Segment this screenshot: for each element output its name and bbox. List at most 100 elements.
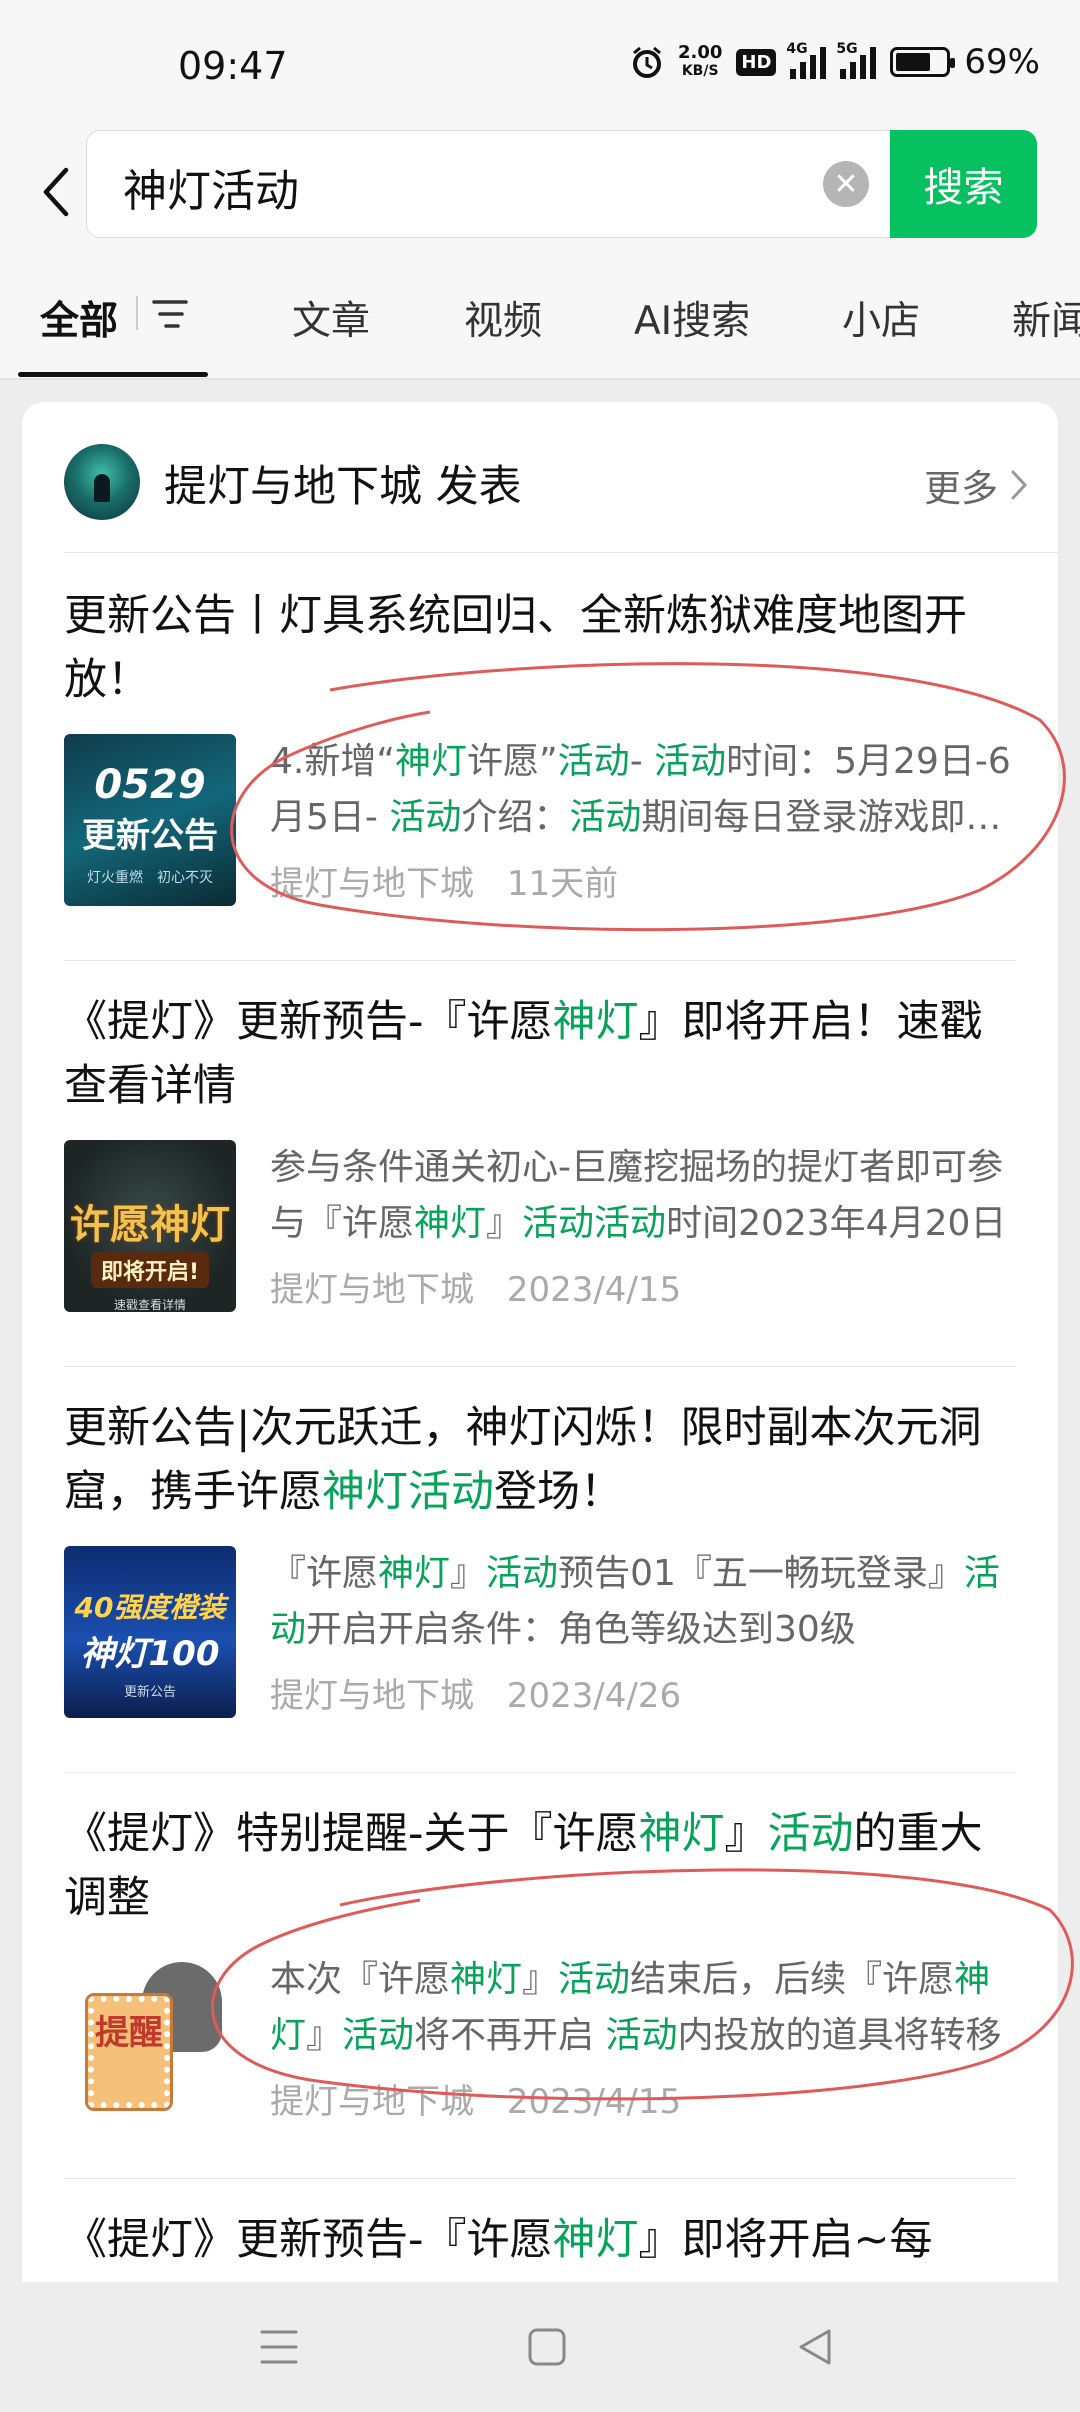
highlight-term: 活动	[654, 741, 727, 782]
text-run: 『许愿	[270, 1553, 379, 1594]
article-source: 提灯与地下城	[270, 1676, 474, 1716]
text-run: 』	[522, 1959, 559, 2000]
highlight-term: 活动	[767, 1809, 854, 1859]
highlight-term: 活动	[342, 2015, 415, 2056]
article-divider	[64, 2178, 1016, 2179]
account-header[interactable]: 提灯与地下城 发表 更多	[22, 402, 1058, 552]
header-divider	[64, 552, 1058, 553]
thumb-text: 许愿神灯	[70, 1202, 230, 1248]
more-label: 更多	[924, 467, 998, 510]
status-bar: 09:47 2.00 KB/S HD 4G 5G 69%	[0, 0, 1080, 130]
network-speed-value: 2.00	[677, 42, 723, 63]
home-button[interactable]	[522, 2322, 572, 2372]
menu-icon	[260, 2330, 298, 2364]
active-tab-indicator	[18, 372, 208, 377]
text-run: 开启开启条件：角色等级达到30级	[306, 1609, 856, 1650]
search-query-text[interactable]: 神灯活动	[123, 155, 299, 219]
tab-ai-search[interactable]: AI搜索	[634, 290, 750, 346]
text-run: 登场！	[494, 1467, 623, 1517]
article-snippet: 参与条件通关初心-巨魔挖掘场的提灯者即可参与『许愿神灯』活动活动时间2023年4…	[270, 1140, 1016, 1252]
text-run: 』	[486, 1203, 523, 1244]
tab-all[interactable]: 全部	[40, 290, 118, 346]
article-source: 提灯与地下城	[270, 864, 474, 904]
highlight-term: 神灯	[552, 997, 639, 1047]
article-title[interactable]: 《提灯》特别提醒-关于『许愿神灯』活动的重大调整	[64, 1802, 1016, 1930]
triangle-back-icon	[799, 2329, 831, 2365]
article-meta: 提灯与地下城 2023/4/15	[270, 1262, 681, 1311]
text-run: 预告01『五一畅玩登录』	[558, 1553, 964, 1594]
tab-articles[interactable]: 文章	[292, 290, 370, 346]
article-divider	[64, 1366, 1016, 1367]
signal-4g-label: 4G	[786, 41, 808, 57]
article-date: 11天前	[506, 864, 619, 904]
text-run: 内投放的道具将转移	[677, 2015, 1002, 2056]
highlight-term: 活动	[569, 797, 642, 838]
article-thumbnail[interactable]: 40强度橙装 神灯100 更新公告	[64, 1546, 236, 1718]
highlight-term: 神灯	[450, 1959, 523, 2000]
text-run: 《提灯》更新预告-『许愿	[64, 997, 553, 1047]
article-thumbnail[interactable]: 许愿神灯 即将开启! 速戳查看详情	[64, 1140, 236, 1312]
thumb-text: 40强度橙装	[74, 1591, 226, 1624]
highlight-term: 活动	[558, 1959, 631, 2000]
article-thumbnail[interactable]: 0529 更新公告 灯火重燃 初心不灭	[64, 734, 236, 906]
highlight-term: 活动	[605, 2015, 678, 2056]
article-title[interactable]: 更新公告|次元跃迁，神灯闪烁！限时副本次元洞窟，携手许愿神灯活动登场！	[64, 1396, 1016, 1524]
filter-icon[interactable]	[150, 298, 190, 330]
highlight-term: 神灯	[395, 741, 468, 782]
text-run: 本次『许愿	[270, 1959, 451, 2000]
thumb-text: 即将开启!	[90, 1252, 210, 1288]
article-meta: 提灯与地下城 2023/4/26	[270, 1668, 681, 1717]
chevron-right-icon	[1011, 470, 1028, 500]
highlight-term: 神灯	[638, 1809, 725, 1859]
article-item[interactable]: 更新公告丨灯具系统回归、全新炼狱难度地图开放！ 0529 更新公告 灯火重燃 初…	[64, 584, 1016, 964]
tab-videos[interactable]: 视频	[464, 290, 542, 346]
battery-icon	[890, 47, 956, 77]
tabs-divider	[0, 378, 1080, 380]
network-speed-unit: KB/S	[681, 63, 719, 79]
article-source: 提灯与地下城	[270, 2082, 474, 2122]
text-run: 许愿”	[467, 741, 558, 782]
thumb-text: 0529	[94, 762, 206, 808]
hd-voice-badge: HD	[736, 48, 777, 76]
article-title[interactable]: 《提灯》更新预告-『许愿神灯』即将开启！速戳查看详情	[64, 990, 1016, 1118]
article-title[interactable]: 更新公告丨灯具系统回归、全新炼狱难度地图开放！	[64, 584, 1016, 712]
thumb-text: 神灯100	[80, 1634, 220, 1674]
account-name[interactable]: 提灯与地下城 发表	[164, 452, 522, 514]
back-button[interactable]	[30, 152, 80, 232]
article-thumbnail[interactable]: 提醒	[64, 1952, 236, 2124]
article-item[interactable]: 《提灯》特别提醒-关于『许愿神灯』活动的重大调整 提醒 本次『许愿神灯』活动结束…	[64, 1802, 1016, 2182]
search-button[interactable]: 搜索	[890, 130, 1037, 238]
text-run: 《提灯》特别提醒-关于『许愿	[64, 1809, 639, 1859]
back-nav-button[interactable]	[790, 2322, 840, 2372]
clear-search-button[interactable]: ✕	[823, 161, 869, 207]
thumb-text: 更新公告	[123, 1685, 176, 1700]
text-run: 』	[306, 2015, 343, 2056]
tab-news[interactable]: 新闻	[1012, 290, 1080, 346]
alarm-icon	[632, 46, 661, 78]
article-item[interactable]: 《提灯》更新预告-『许愿神灯』即将开启~每	[64, 2208, 1016, 2282]
account-avatar[interactable]	[64, 444, 140, 520]
reminder-stamp: 提醒	[88, 1996, 170, 2108]
search-input[interactable]: 神灯活动 ✕	[86, 130, 900, 238]
text-run: 』即将开启~每	[638, 2215, 933, 2265]
text-run: 介绍：	[461, 797, 570, 838]
tab-shop[interactable]: 小店	[842, 290, 920, 346]
article-item[interactable]: 更新公告|次元跃迁，神灯闪烁！限时副本次元洞窟，携手许愿神灯活动登场！ 40强度…	[64, 1396, 1016, 1776]
signal-4g-icon: 4G	[786, 41, 827, 79]
article-item[interactable]: 《提灯》更新预告-『许愿神灯』即将开启！速戳查看详情 许愿神灯 即将开启! 速戳…	[64, 990, 1016, 1370]
menu-button[interactable]	[254, 2322, 304, 2372]
highlight-term: 活动	[486, 1553, 559, 1594]
text-run: -	[629, 741, 655, 782]
text-run: 4.新增“	[270, 741, 395, 782]
search-tabs: 全部 文章 视频 AI搜索 小店 新闻	[0, 260, 1080, 380]
highlight-term: 活动	[389, 797, 462, 838]
square-icon	[528, 2328, 566, 2366]
more-button[interactable]: 更多	[924, 458, 1028, 512]
text-run: 结束后，后续『许愿	[630, 1959, 955, 2000]
article-meta: 提灯与地下城 11天前	[270, 856, 618, 905]
signal-5g-icon: 5G	[836, 41, 877, 79]
battery-percent: 69%	[964, 42, 1040, 82]
network-speed: 2.00 KB/S	[678, 44, 722, 80]
article-title[interactable]: 《提灯》更新预告-『许愿神灯』即将开启~每	[64, 2208, 1016, 2272]
article-snippet: 4.新增“神灯许愿”活动- 活动时间：5月29日-6月5日- 活动介绍：活动期间…	[270, 734, 1016, 846]
